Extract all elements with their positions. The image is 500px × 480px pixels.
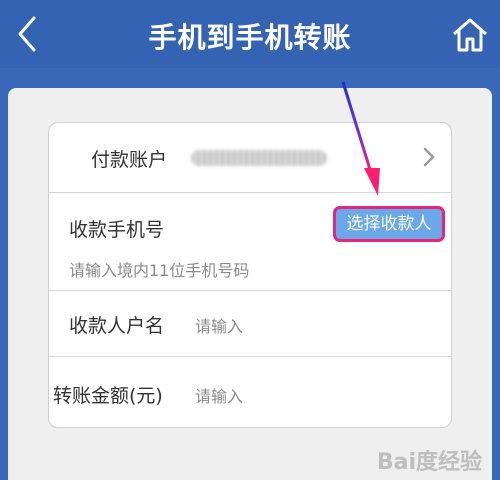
page-title: 手机到手机转账 bbox=[148, 21, 352, 54]
app-header: 手机到手机转账 bbox=[0, 0, 500, 68]
payee-name-row: 收款人户名 请输入 bbox=[49, 291, 451, 357]
amount-label: 转账金额(元) bbox=[53, 385, 163, 407]
payer-account-label: 付款账户 bbox=[91, 149, 168, 171]
payee-phone-label: 收款手机号 bbox=[69, 219, 165, 241]
payee-name-label: 收款人户名 bbox=[69, 315, 165, 337]
amount-input[interactable]: 请输入 bbox=[195, 383, 243, 407]
home-icon bbox=[453, 18, 487, 52]
home-button[interactable] bbox=[448, 12, 492, 56]
masked-account-number bbox=[191, 150, 327, 166]
payee-name-input[interactable]: 请输入 bbox=[195, 313, 243, 337]
payer-account-row[interactable]: 付款账户 bbox=[49, 123, 451, 193]
watermark: Bai度经验 bbox=[376, 450, 482, 475]
transfer-form: 付款账户 收款手机号 请输入境内11位手机号码 收款人户名 请输入 转账金额(元… bbox=[48, 122, 452, 428]
payee-phone-input[interactable]: 请输入境内11位手机号码 bbox=[69, 257, 249, 281]
amount-row: 转账金额(元) 请输入 bbox=[49, 357, 451, 427]
select-payee-button[interactable]: 选择收款人 bbox=[333, 206, 445, 242]
chevron-right-icon bbox=[423, 147, 435, 167]
